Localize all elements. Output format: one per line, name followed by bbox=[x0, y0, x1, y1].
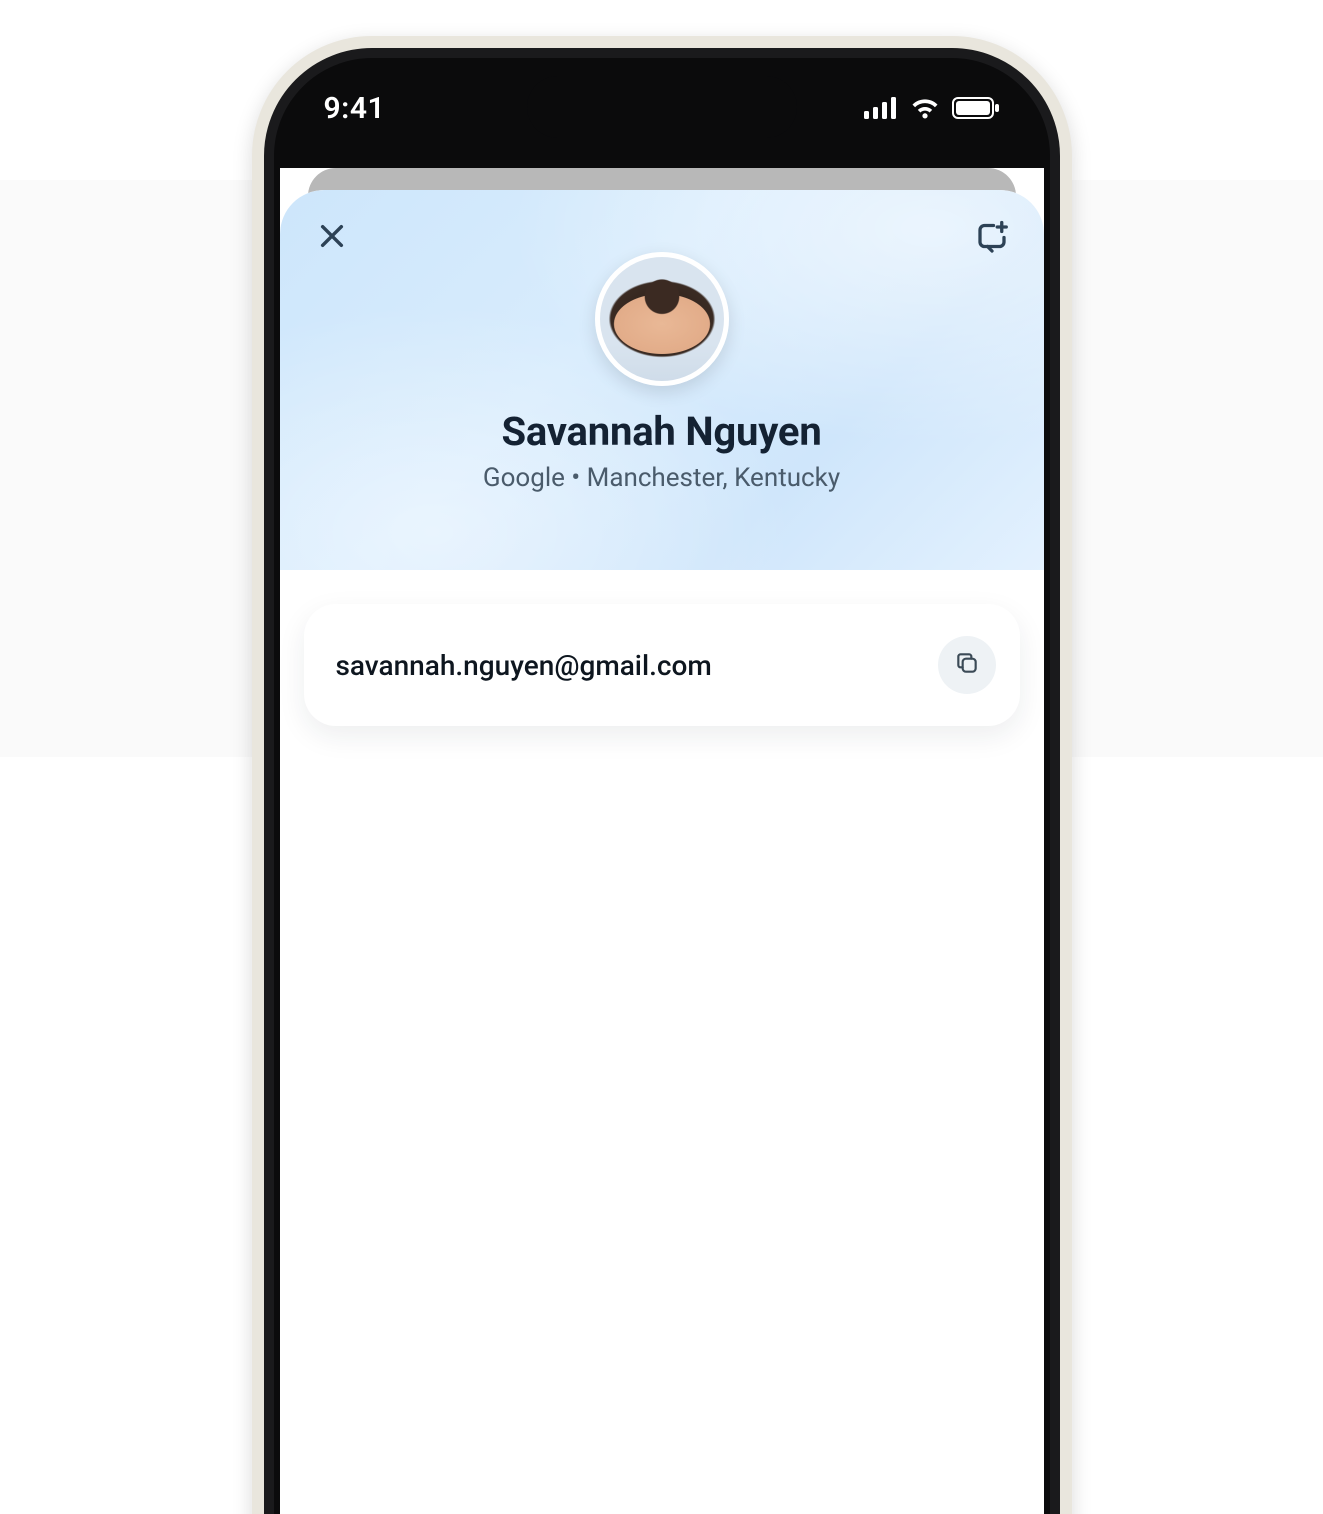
avatar bbox=[595, 252, 729, 386]
wifi-icon bbox=[910, 97, 940, 119]
contact-subline: Google • Manchester, Kentucky bbox=[483, 463, 840, 493]
new-note-button[interactable] bbox=[968, 214, 1016, 262]
close-button[interactable] bbox=[308, 214, 356, 262]
copy-email-button[interactable] bbox=[938, 636, 996, 694]
compose-note-icon bbox=[974, 218, 1010, 258]
cellular-icon bbox=[864, 97, 898, 119]
close-icon bbox=[316, 220, 348, 256]
contact-hero: Savannah Nguyen Google • Manchester, Ken… bbox=[280, 190, 1044, 570]
contact-email: savannah.nguyen@gmail.com bbox=[336, 649, 712, 682]
status-indicators bbox=[864, 97, 1000, 119]
battery-icon bbox=[952, 97, 1000, 119]
phone-mockup: 9:41 bbox=[252, 36, 1072, 1514]
phone-screen: Savannah Nguyen Google • Manchester, Ken… bbox=[280, 168, 1044, 1514]
status-time: 9:41 bbox=[324, 91, 386, 126]
phone-notch bbox=[527, 76, 797, 138]
copy-icon bbox=[954, 650, 980, 680]
phone-frame: 9:41 bbox=[252, 36, 1072, 1514]
contact-name: Savannah Nguyen bbox=[501, 408, 821, 455]
contact-sheet: Savannah Nguyen Google • Manchester, Ken… bbox=[280, 190, 1044, 1514]
email-card: savannah.nguyen@gmail.com bbox=[304, 604, 1020, 726]
